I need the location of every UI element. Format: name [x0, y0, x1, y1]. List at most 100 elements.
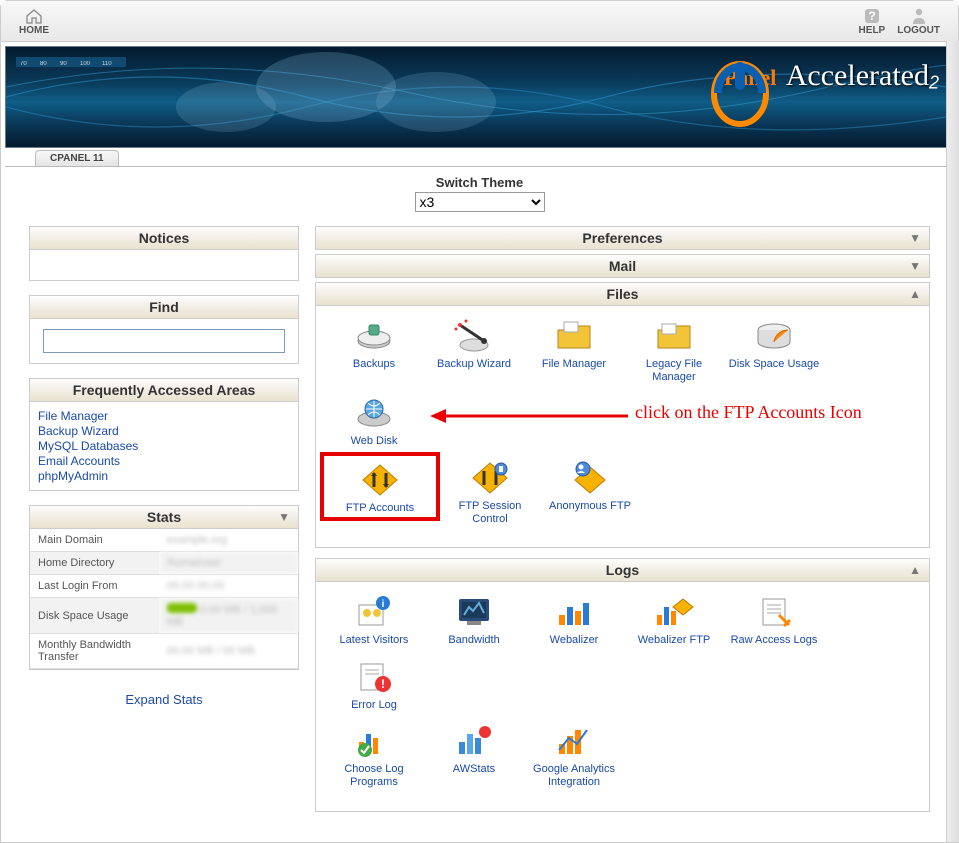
stats-row: Monthly Bandwidth Transfer00.00 MB / 00 … — [30, 634, 298, 669]
freq-link-mysql[interactable]: MySQL Databases — [38, 439, 290, 453]
stats-table: Main Domainexample.org Home Directory/ho… — [30, 529, 298, 669]
freq-link-email[interactable]: Email Accounts — [38, 454, 290, 468]
icon-google-analytics[interactable]: Google Analytics Integration — [524, 723, 624, 788]
logout-link[interactable]: LOGOUT — [897, 7, 940, 36]
scrollbar[interactable] — [946, 41, 959, 842]
mail-title: Mail — [609, 258, 636, 274]
chevron-down-icon: ▼ — [278, 510, 290, 524]
logs-header[interactable]: Logs ▲ — [316, 559, 929, 582]
icon-label: File Manager — [524, 358, 624, 371]
find-header: Find — [30, 296, 298, 319]
expand-stats-link[interactable]: Expand Stats — [29, 684, 299, 715]
icon-anon-ftp[interactable]: Anonymous FTP — [540, 460, 640, 513]
app-window: HOME ? HELP LOGOUT 708090100110 — [0, 0, 959, 843]
icon-choose-log[interactable]: Choose Log Programs — [324, 723, 424, 788]
icon-legacy-file-manager[interactable]: Legacy File Manager — [624, 318, 724, 383]
svg-text:!: ! — [381, 677, 385, 691]
stats-value: /home/user — [159, 552, 298, 575]
stats-value: 00.00 MB / 00 MB — [159, 634, 298, 669]
icon-file-manager[interactable]: File Manager — [524, 318, 624, 383]
logs-title: Logs — [606, 562, 639, 578]
freq-link-backup-wizard[interactable]: Backup Wizard — [38, 424, 290, 438]
stats-label: Home Directory — [30, 552, 159, 575]
awstats-icon — [450, 723, 498, 759]
banner: 708090100110 cPanel Accelerated2 — [5, 46, 954, 148]
stats-label: Monthly Bandwidth Transfer — [30, 634, 159, 669]
freq-link-phpmyadmin[interactable]: phpMyAdmin — [38, 469, 290, 483]
icon-web-disk[interactable]: Web Disk — [324, 395, 424, 448]
icon-bandwidth[interactable]: Bandwidth — [424, 594, 524, 647]
mail-bar[interactable]: Mail ▼ — [315, 254, 930, 278]
icon-webalizer[interactable]: Webalizer — [524, 594, 624, 647]
chevron-up-icon: ▲ — [909, 563, 921, 577]
home-label: HOME — [19, 25, 49, 36]
icon-ftp-accounts[interactable]: FTP Accounts — [330, 462, 430, 515]
help-link[interactable]: ? HELP — [859, 7, 886, 36]
svg-text:i: i — [382, 599, 385, 610]
svg-text:100: 100 — [80, 61, 91, 67]
logout-icon — [909, 7, 929, 25]
icon-backups[interactable]: Backups — [324, 318, 424, 383]
notices-header[interactable]: Notices — [30, 227, 298, 250]
svg-text:80: 80 — [40, 61, 47, 67]
icon-awstats[interactable]: AWStats — [424, 723, 524, 788]
breadcrumb[interactable]: CPANEL 11 — [35, 150, 119, 166]
icon-webalizer-ftp[interactable]: Webalizer FTP — [624, 594, 724, 647]
freq-box: Frequently Accessed Areas File Manager B… — [29, 378, 299, 491]
freq-header[interactable]: Frequently Accessed Areas — [30, 379, 298, 402]
icon-ftp-session[interactable]: FTP Session Control — [440, 460, 540, 525]
icon-raw-logs[interactable]: Raw Access Logs — [724, 594, 824, 647]
icon-label: Raw Access Logs — [724, 634, 824, 647]
preferences-bar[interactable]: Preferences ▼ — [315, 226, 930, 250]
svg-text:90: 90 — [60, 61, 67, 67]
stats-box: Stats ▼ Main Domainexample.org Home Dire… — [29, 505, 299, 670]
find-box: Find — [29, 295, 299, 364]
icon-label: FTP Accounts — [330, 502, 430, 515]
help-icon: ? — [862, 7, 882, 25]
freq-body: File Manager Backup Wizard MySQL Databas… — [30, 402, 298, 490]
icon-label: Webalizer — [524, 634, 624, 647]
icon-label: Choose Log Programs — [324, 763, 424, 788]
icon-label: Web Disk — [324, 435, 424, 448]
icon-backup-wizard[interactable]: Backup Wizard — [424, 318, 524, 383]
icon-label: Backups — [324, 358, 424, 371]
freq-link-file-manager[interactable]: File Manager — [38, 409, 290, 423]
find-input[interactable] — [43, 329, 286, 353]
google-analytics-icon — [550, 723, 598, 759]
stats-label: Last Login From — [30, 575, 159, 598]
icon-label: FTP Session Control — [440, 500, 540, 525]
stats-header[interactable]: Stats ▼ — [30, 506, 298, 529]
latest-visitors-icon: i — [350, 594, 398, 630]
theme-select[interactable]: x3 — [415, 192, 545, 212]
ftp-session-icon — [466, 460, 514, 496]
svg-text:110: 110 — [102, 61, 112, 67]
logs-row-2: Choose Log Programs AWStats Google Analy… — [324, 721, 921, 798]
home-link[interactable]: HOME — [19, 7, 49, 36]
choose-log-icon — [350, 723, 398, 759]
stats-row: Main Domainexample.org — [30, 529, 298, 552]
files-row-1: Backups Backup Wizard File Manager — [324, 316, 921, 458]
logs-panel: Logs ▲ i Latest Visitors Bandwidth — [315, 558, 930, 812]
web-disk-icon — [350, 395, 398, 431]
brand-sub: 2 — [929, 72, 939, 92]
stats-label: Main Domain — [30, 529, 159, 552]
usage-bar-icon — [167, 603, 197, 613]
brand-logo: cPanel Accelerated2 — [708, 59, 939, 93]
notices-box: Notices — [29, 226, 299, 281]
webalizer-ftp-icon — [650, 594, 698, 630]
stats-value: 0.00 MB / 1,000 MB — [159, 598, 298, 634]
file-manager-icon — [550, 318, 598, 354]
icon-label: Webalizer FTP — [624, 634, 724, 647]
files-header[interactable]: Files ▲ — [316, 283, 929, 306]
icon-error-log[interactable]: ! Error Log — [324, 659, 424, 712]
anon-ftp-icon — [566, 460, 614, 496]
svg-text:?: ? — [868, 9, 875, 23]
stats-row: Last Login From00.00.00.00 — [30, 575, 298, 598]
breadcrumb-row: CPANEL 11 — [1, 150, 958, 166]
icon-disk-space[interactable]: Disk Space Usage — [724, 318, 824, 383]
icon-latest-visitors[interactable]: i Latest Visitors — [324, 594, 424, 647]
webalizer-icon — [550, 594, 598, 630]
icon-label: Disk Space Usage — [724, 358, 824, 371]
icon-label: Legacy File Manager — [624, 358, 724, 383]
ftp-accounts-icon — [356, 462, 404, 498]
